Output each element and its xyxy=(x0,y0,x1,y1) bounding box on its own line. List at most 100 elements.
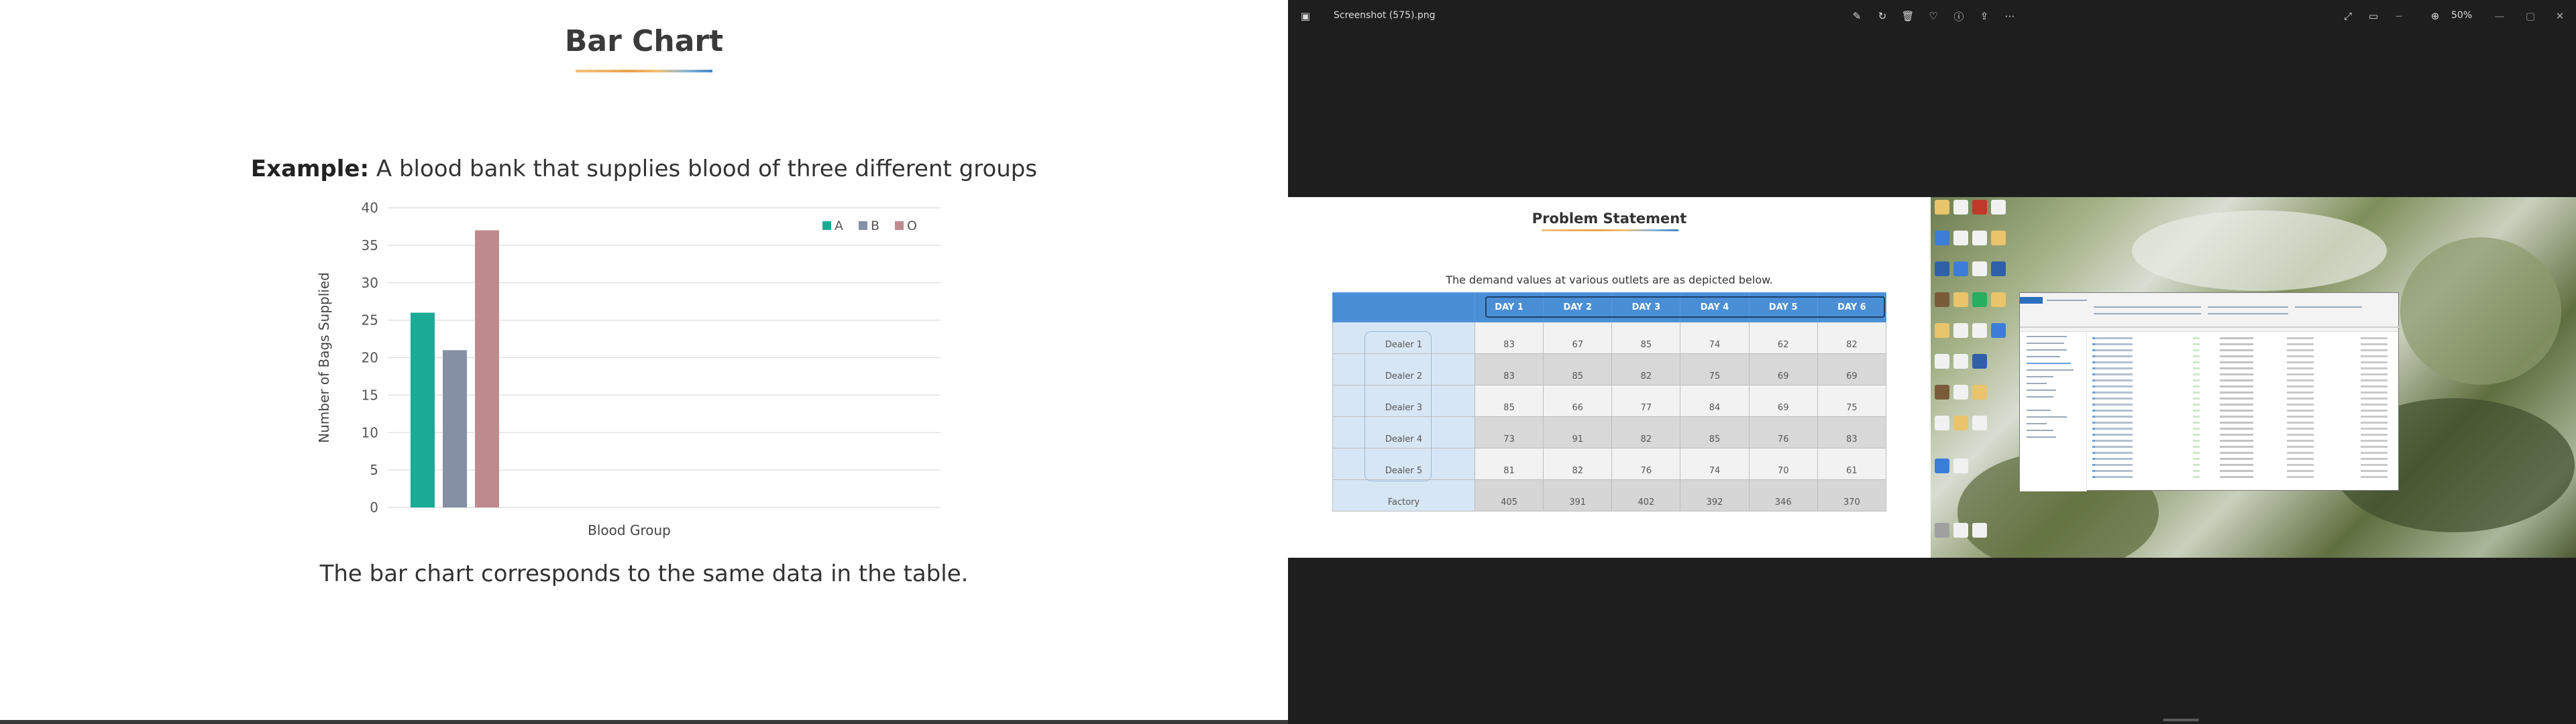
table-header-row: DAY 1 DAY 2 DAY 3 DAY 4 DAY 5 DAY 6 xyxy=(1332,292,1887,322)
embedded-slide: Problem Statement The demand values at v… xyxy=(1288,197,1931,558)
desktop-icon xyxy=(1935,523,1949,538)
desktop-icon xyxy=(1972,261,1987,276)
legend-swatch-a xyxy=(822,221,831,230)
favorite-icon[interactable]: ♡ xyxy=(1925,8,1941,24)
desktop-icon xyxy=(1935,200,1949,215)
filmstrip-handle[interactable] xyxy=(2163,719,2199,721)
row-label: Factory xyxy=(1332,479,1475,511)
file-list-row xyxy=(2092,428,2387,430)
table-cell: 82 xyxy=(1817,322,1887,354)
table-cell: 405 xyxy=(1474,479,1544,511)
file-list-row xyxy=(2092,361,2387,363)
table-cell: 402 xyxy=(1611,479,1681,511)
desktop-icon xyxy=(1991,200,2006,215)
table-cell: 61 xyxy=(1817,448,1887,480)
file-list-row xyxy=(2092,464,2387,466)
desktop-icon xyxy=(1935,261,1949,276)
desktop-icon xyxy=(1972,231,1987,245)
desktop-icon xyxy=(1935,416,1949,430)
zoom-level[interactable]: 50% xyxy=(2451,10,2472,21)
fullscreen-icon[interactable]: ⤢ xyxy=(2340,8,2356,24)
column-header: DAY 5 xyxy=(1748,292,1818,322)
title-underline xyxy=(576,70,712,72)
delete-icon[interactable]: 🗑 xyxy=(1900,8,1916,24)
desktop-icon xyxy=(1991,231,2006,245)
y-tick-label: 40 xyxy=(362,200,378,216)
table-cell: 83 xyxy=(1474,322,1544,354)
table-row: Dealer 1 83 67 85 74 62 82 xyxy=(1332,322,1887,354)
table-cell: 67 xyxy=(1543,322,1613,354)
desktop-icon xyxy=(1953,261,1968,276)
desktop-icon xyxy=(1935,292,1949,307)
column-header: DAY 4 xyxy=(1680,292,1750,322)
table-cell: 346 xyxy=(1748,479,1818,511)
bar-chart: 0 5 10 15 20 25 30 35 40 Blood Group Number of Bag… xyxy=(316,200,941,538)
rotate-icon[interactable]: ↻ xyxy=(1874,8,1890,24)
presentation-slide: Bar Chart Example: A blood bank that sup… xyxy=(0,0,1288,724)
desktop-icon xyxy=(1953,200,1968,215)
table-cell: 73 xyxy=(1474,416,1544,448)
table-cell: 69 xyxy=(1748,353,1818,385)
share-icon[interactable]: ⇪ xyxy=(1976,8,1992,24)
filmstrip-icon[interactable]: ▭ xyxy=(2365,8,2381,24)
file-list-row xyxy=(2092,398,2387,400)
file-list-row xyxy=(2092,343,2387,345)
slide-caption: The bar chart corresponds to the same da… xyxy=(319,560,969,587)
file-explorer-window xyxy=(2019,292,2400,491)
table-row: Dealer 4 73 91 82 85 76 83 xyxy=(1332,416,1887,448)
close-icon[interactable]: ✕ xyxy=(2552,8,2568,24)
info-icon[interactable]: ⓘ xyxy=(1951,8,1967,24)
desktop-icon xyxy=(1953,354,1968,369)
y-axis-label: Number of Bags Supplied xyxy=(316,272,332,443)
displayed-image[interactable]: Problem Statement The demand values at v… xyxy=(1288,197,2576,558)
file-list-row xyxy=(2092,379,2387,381)
table-cell: 66 xyxy=(1543,385,1613,417)
desktop-icon xyxy=(1972,200,1987,215)
row-label: Dealer 4 xyxy=(1332,416,1475,448)
y-tick-label: 0 xyxy=(370,499,378,516)
table-cell: 370 xyxy=(1817,479,1887,511)
desktop-icon xyxy=(1953,523,1968,538)
y-tick-label: 35 xyxy=(362,237,378,253)
file-list-row xyxy=(2092,355,2387,357)
column-header: DAY 6 xyxy=(1817,292,1887,322)
desktop-icon xyxy=(1991,261,2006,276)
table-cell: 69 xyxy=(1748,385,1818,417)
y-tick-label: 20 xyxy=(362,350,378,366)
legend-label-o: O xyxy=(907,219,917,233)
more-icon[interactable]: ⋯ xyxy=(2002,8,2018,24)
desktop-icon xyxy=(1953,459,1968,473)
embedded-title: Problem Statement xyxy=(1532,210,1687,227)
desktop-icon xyxy=(1953,231,1968,245)
zoom-out-icon[interactable]: − xyxy=(2391,8,2407,24)
table-row: Dealer 5 81 82 76 74 70 61 xyxy=(1332,448,1887,480)
desktop-icon xyxy=(1953,292,1968,307)
file-list-row xyxy=(2092,385,2387,387)
column-header: DAY 1 xyxy=(1474,292,1544,322)
y-tick-label: 25 xyxy=(362,312,378,328)
desktop-icon xyxy=(1972,416,1987,430)
column-header: DAY 2 xyxy=(1543,292,1613,322)
table-cell: 91 xyxy=(1543,416,1613,448)
minimize-icon[interactable]: — xyxy=(2491,8,2508,24)
legend-label-a: A xyxy=(835,219,843,233)
desktop-icon xyxy=(1935,385,1949,400)
zoom-in-icon[interactable]: ⊕ xyxy=(2427,8,2443,24)
table-cell: 82 xyxy=(1611,353,1681,385)
edit-icon[interactable]: ✎ xyxy=(1849,8,1865,24)
table-cell: 77 xyxy=(1611,385,1681,417)
desktop-icon xyxy=(1972,385,1987,400)
desktop-icon xyxy=(1991,323,2006,338)
desktop-icon xyxy=(1935,323,1949,338)
y-tick-label: 10 xyxy=(362,424,378,440)
table-cell: 85 xyxy=(1611,322,1681,354)
table-total-row: Factory 405 391 402 392 346 370 xyxy=(1332,479,1887,511)
y-tick-label: 5 xyxy=(370,462,378,478)
file-title: Screenshot (575).png xyxy=(1334,10,1436,21)
slide-title: Bar Chart xyxy=(564,24,724,58)
desktop-icon xyxy=(1972,354,1987,369)
bar-a xyxy=(411,312,435,507)
maximize-icon[interactable]: ▢ xyxy=(2522,8,2538,24)
example-text: A blood bank that supplies blood of thre… xyxy=(369,156,1038,182)
file-list-row xyxy=(2092,458,2387,460)
